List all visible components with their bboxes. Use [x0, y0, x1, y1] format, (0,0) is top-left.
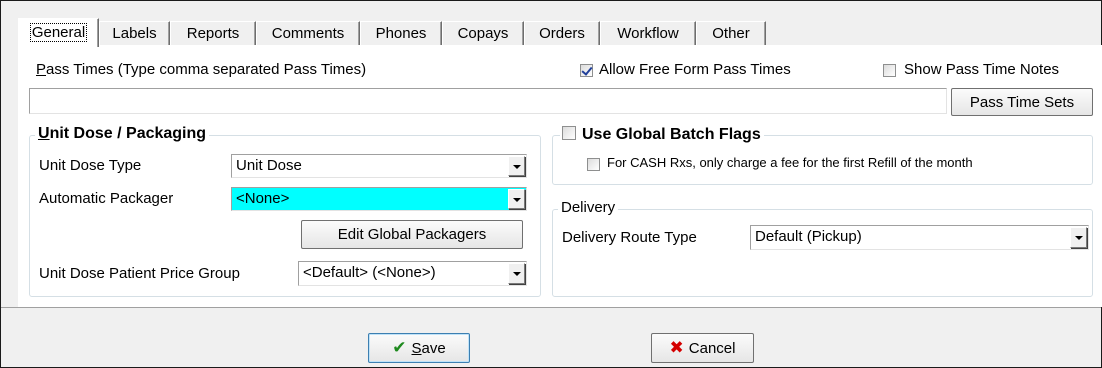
chevron-down-icon[interactable]	[508, 156, 525, 176]
tab-labels[interactable]: Labels	[99, 21, 170, 46]
unit-dose-type-select[interactable]: Unit Dose	[231, 154, 527, 178]
general-panel: Pass Times (Type comma separated Pass Ti…	[18, 45, 1102, 307]
delivery-route-type-value: Default (Pickup)	[755, 228, 862, 245]
pass-times-input[interactable]	[29, 88, 947, 114]
save-mnemonic: S	[411, 339, 422, 357]
unit-dose-group-title: Unit Dose / Packaging	[35, 125, 210, 143]
delivery-group-title: Delivery	[558, 199, 619, 216]
show-pass-time-notes-label: Show Pass Time Notes	[904, 61, 1060, 78]
delivery-group	[552, 209, 1093, 297]
tab-reports-label: Reports	[186, 25, 240, 42]
use-global-batch-flags-checkbox[interactable]	[562, 126, 576, 140]
tab-labels-label: Labels	[112, 25, 157, 42]
tab-comments[interactable]: Comments	[256, 21, 360, 46]
allow-free-form-label: Allow Free Form Pass Times	[599, 61, 791, 78]
unit-dose-mnemonic: U	[38, 125, 50, 142]
cash-rx-fee-checkbox[interactable]	[587, 158, 600, 171]
save-label: ave	[421, 339, 446, 357]
batch-flags-group-title: Use Global Batch Flags	[560, 125, 764, 144]
chevron-down-icon[interactable]	[1070, 227, 1087, 248]
pass-times-label-text: ass Times (Type comma separated Pass Tim…	[46, 61, 367, 78]
cancel-label: Cancel	[688, 339, 736, 357]
unit-dose-type-label: Unit Dose Type	[39, 157, 142, 174]
tab-workflow[interactable]: Workflow	[600, 21, 696, 46]
tab-orders[interactable]: Orders	[524, 21, 600, 46]
tab-reports[interactable]: Reports	[170, 21, 256, 46]
tab-other-label: Other	[712, 25, 750, 42]
delivery-route-type-label: Delivery Route Type	[562, 229, 697, 246]
tab-phones[interactable]: Phones	[360, 21, 442, 46]
price-group-label: Unit Dose Patient Price Group	[39, 265, 240, 282]
pass-time-sets-button[interactable]: Pass Time Sets	[951, 88, 1093, 116]
cancel-button[interactable]: ✖ Cancel	[651, 333, 754, 363]
footer-separator	[1, 307, 1101, 308]
batch-flags-title-text: Use Global Batch Flags	[582, 126, 761, 143]
pass-times-label: Pass Times (Type comma separated Pass Ti…	[36, 61, 366, 78]
show-pass-time-notes-checkbox[interactable]	[883, 64, 896, 77]
cash-rx-fee-label: For CASH Rxs, only charge a fee for the …	[607, 155, 973, 170]
dialog-frame: General Labels Reports Comments Phones C…	[0, 0, 1102, 368]
unit-dose-title-text: nit Dose / Packaging	[49, 125, 207, 142]
price-group-value: <Default> (<None>)	[303, 264, 436, 281]
save-button[interactable]: ✔ Save	[368, 333, 470, 363]
price-group-select[interactable]: <Default> (<None>)	[298, 261, 527, 286]
unit-dose-type-value: Unit Dose	[236, 157, 302, 174]
delivery-route-type-select[interactable]: Default (Pickup)	[750, 225, 1089, 250]
edit-global-packagers-button[interactable]: Edit Global Packagers	[301, 220, 523, 249]
tab-phones-label: Phones	[375, 25, 427, 42]
tab-copays[interactable]: Copays	[442, 21, 524, 46]
tab-other[interactable]: Other	[696, 21, 766, 46]
tab-comments-label: Comments	[271, 25, 345, 42]
tab-orders-label: Orders	[539, 25, 585, 42]
allow-free-form-checkbox[interactable]	[580, 64, 593, 77]
tab-general-label: General	[29, 23, 88, 42]
chevron-down-icon[interactable]	[508, 263, 525, 284]
automatic-packager-select[interactable]: <None>	[231, 187, 527, 211]
automatic-packager-value: <None>	[236, 188, 290, 210]
automatic-packager-label: Automatic Packager	[39, 190, 174, 207]
close-icon: ✖	[669, 338, 684, 357]
pass-times-mnemonic: P	[36, 61, 47, 78]
tab-general[interactable]: General	[18, 18, 99, 47]
checkmark-icon: ✔	[392, 338, 407, 357]
chevron-down-icon[interactable]	[508, 189, 525, 209]
tab-workflow-label: Workflow	[617, 25, 679, 42]
tab-copays-label: Copays	[457, 25, 509, 42]
